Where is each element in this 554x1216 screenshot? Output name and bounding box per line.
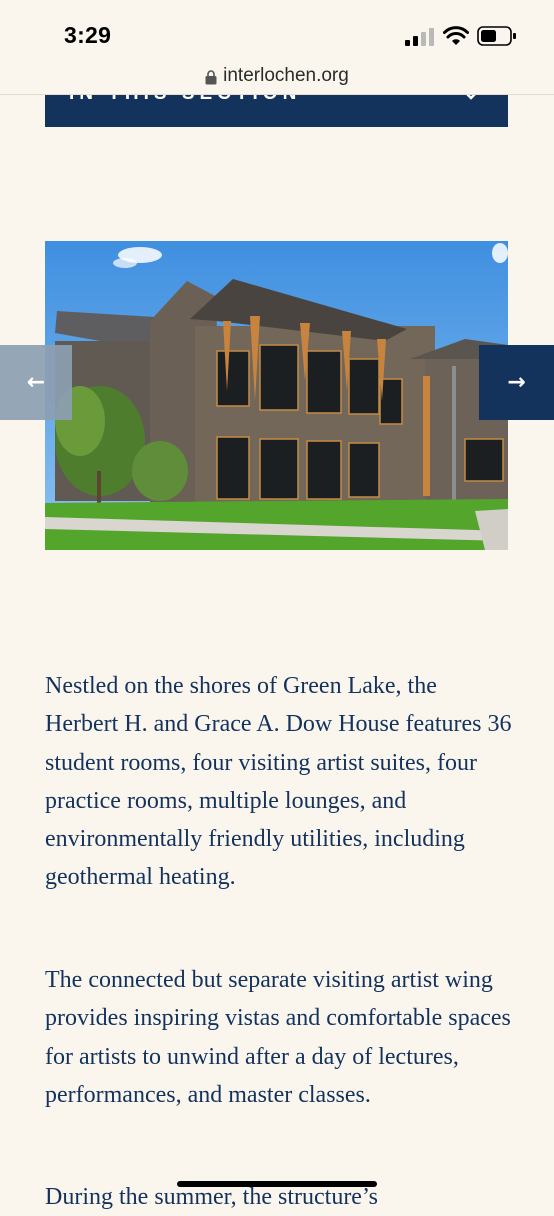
address-bar[interactable]: interlochen.org [0,58,554,95]
status-time: 3:29 [64,22,112,48]
arrow-right-icon: → [507,370,526,395]
cellular-signal-icon [405,28,434,46]
chevron-down-icon [466,95,476,100]
carousel-next-button[interactable]: → [479,345,554,420]
url-text: interlochen.org [223,65,349,86]
wifi-icon [443,26,469,45]
carousel-prev-button[interactable]: ← [0,345,72,420]
arrow-left-icon: ← [26,370,46,395]
status-bar: 3:29 [0,0,554,60]
dow-house-photo [45,241,508,550]
section-dropdown-label: IN THIS SECTION [69,95,301,105]
in-this-section-dropdown[interactable]: IN THIS SECTION [45,95,508,127]
body-paragraph-2: The connected but separate visiting arti… [45,967,511,1108]
lock-icon [205,69,217,84]
battery-icon [477,26,516,46]
body-paragraph-1: Nestled on the shores of Green Lake, the… [45,673,512,891]
home-indicator[interactable] [177,1181,377,1187]
